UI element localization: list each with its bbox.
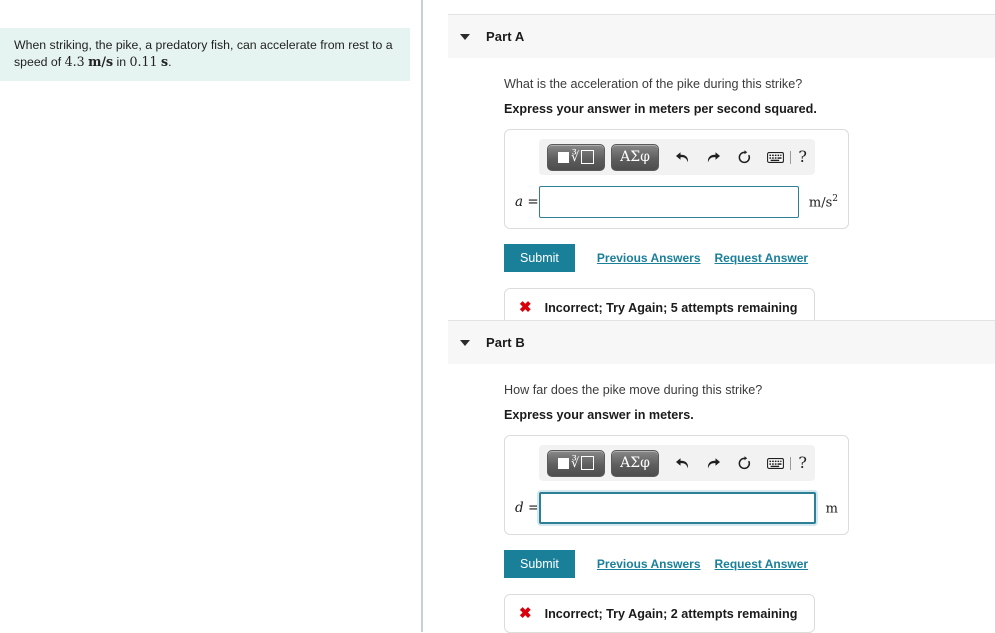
template-icon: ∛ [557,456,595,470]
answer-input-row-b: d = m [515,492,838,524]
problem-time-unit: s [160,53,169,69]
previous-answers-link-a[interactable]: Previous Answers [597,251,701,265]
help-question-icon[interactable]: ? [798,149,807,165]
problem-statement: When striking, the pike, a predatory fis… [0,28,410,81]
error-x-icon: ✖ [519,299,532,316]
math-toolbar-b: ∛ ΑΣφ ? [539,445,815,481]
collapse-caret-icon[interactable] [460,33,470,40]
problem-time-value: 0.11 [129,53,158,69]
redo-arrow-icon[interactable] [700,450,727,476]
template-icon: ∛ [557,150,595,164]
problem-text-end: . [168,54,172,69]
submit-button-a[interactable]: Submit [504,244,575,272]
submit-row-a: Submit Previous Answers Request Answer [504,244,995,272]
problem-pane: When striking, the pike, a predatory fis… [0,0,423,632]
answer-unit-a: m/s2 [808,193,838,211]
part-header-b[interactable]: Part B [448,320,995,364]
answer-input-b[interactable] [539,492,816,524]
math-toolbar-a: ∛ ΑΣφ ? [539,139,815,175]
feedback-box-b: ✖ Incorrect; Try Again; 2 attempts remai… [504,594,816,633]
answer-input-a[interactable] [539,186,799,218]
part-section-b: Part B How far does the pike move during… [448,320,995,633]
error-x-icon: ✖ [519,605,532,622]
keyboard-icon[interactable] [762,144,789,170]
question-text-a: What is the acceleration of the pike dur… [504,77,803,91]
answer-input-row-a: a = m/s2 [515,186,838,218]
submit-button-b[interactable]: Submit [504,550,575,578]
undo-arrow-icon[interactable] [669,450,696,476]
answer-pane: Part A What is the acceleration of the p… [423,0,995,633]
part-body-b: How far does the pike move during this s… [448,364,995,633]
answer-box-b: ∛ ΑΣφ ? d = m [504,435,849,535]
question-text-b: How far does the pike move during this s… [504,383,763,397]
reset-circular-arrow-icon[interactable] [731,144,758,170]
problem-speed-unit: m/s [88,53,114,69]
toolbar-divider [790,150,792,164]
previous-answers-link-b[interactable]: Previous Answers [597,557,701,571]
feedback-text-b: Incorrect; Try Again; 2 attempts remaini… [544,606,798,621]
template-button[interactable]: ∛ [547,449,605,477]
redo-arrow-icon[interactable] [700,144,727,170]
answer-box-a: ∛ ΑΣφ ? a = m/s2 [504,129,849,229]
request-answer-link-a[interactable]: Request Answer [715,251,809,265]
help-question-icon[interactable]: ? [798,455,807,471]
submit-row-b: Submit Previous Answers Request Answer [504,550,995,578]
feedback-text-a: Incorrect; Try Again; 5 attempts remaini… [544,300,798,315]
greek-symbols-button[interactable]: ΑΣφ [611,143,659,171]
variable-label-a: a = [515,194,539,210]
greek-button-label: ΑΣφ [620,455,650,471]
part-header-a[interactable]: Part A [448,14,995,58]
keyboard-icon[interactable] [762,450,789,476]
request-answer-link-b[interactable]: Request Answer [715,557,809,571]
part-section-a: Part A What is the acceleration of the p… [448,14,995,327]
toolbar-divider [790,456,792,470]
collapse-caret-icon[interactable] [460,339,470,346]
part-title-a: Part A [486,29,525,44]
part-body-a: What is the acceleration of the pike dur… [448,58,995,327]
problem-text-middle: in [116,54,127,69]
greek-button-label: ΑΣφ [620,149,650,165]
reset-circular-arrow-icon[interactable] [731,450,758,476]
undo-arrow-icon[interactable] [669,144,696,170]
variable-label-b: d = [515,500,540,516]
problem-speed-value: 4.3 [64,53,85,69]
instruction-text-b: Express your answer in meters. [504,408,694,422]
answer-unit-b: m [825,501,838,517]
part-title-b: Part B [486,335,525,350]
page-root: When striking, the pike, a predatory fis… [0,0,995,633]
instruction-text-a: Express your answer in meters per second… [504,102,817,116]
template-button[interactable]: ∛ [547,143,605,171]
greek-symbols-button[interactable]: ΑΣφ [611,449,659,477]
